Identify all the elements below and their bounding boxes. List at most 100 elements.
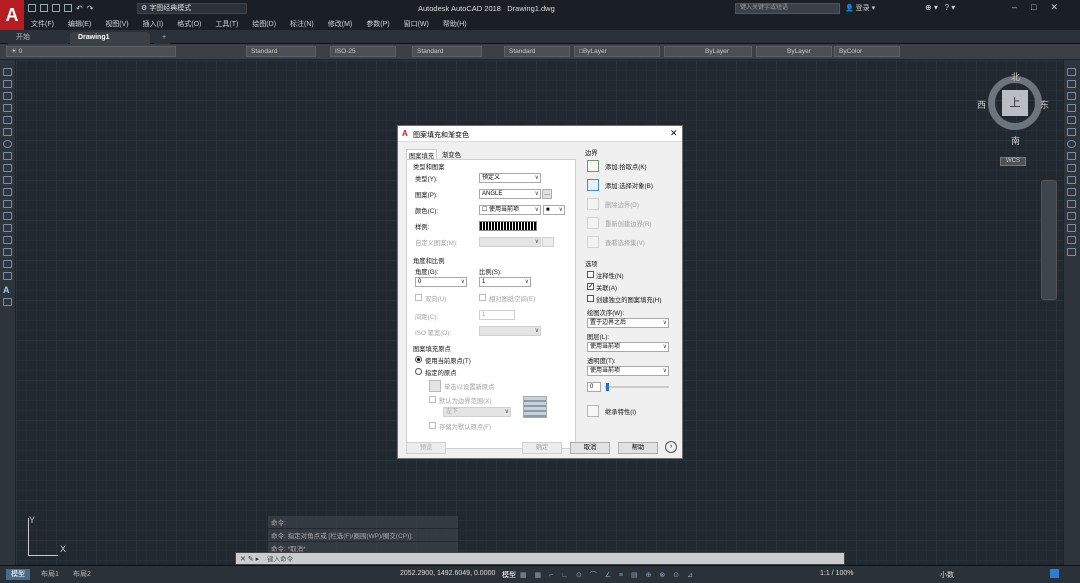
default-bounds-checkbox[interactable] — [429, 396, 436, 403]
menu-parametric[interactable]: 参数(P) — [359, 19, 396, 29]
erase-icon[interactable] — [1067, 68, 1076, 76]
transparency-value-input[interactable]: 0 — [587, 382, 601, 392]
scale-input[interactable]: 1 ∨ — [479, 277, 531, 287]
login-link[interactable]: 登录 — [856, 5, 870, 12]
background-color-select[interactable]: ■ ∨ — [543, 205, 565, 215]
linetype-select[interactable]: ByLayer — [664, 46, 752, 57]
table-icon-2[interactable] — [3, 272, 12, 280]
menu-file[interactable]: 文件(F) — [24, 19, 61, 29]
transparency-slider[interactable] — [605, 386, 669, 388]
menu-dimension[interactable]: 标注(N) — [283, 19, 321, 29]
viewcube-top-face[interactable]: 上 — [1002, 90, 1028, 116]
save-icon[interactable] — [52, 4, 60, 12]
store-default-checkbox[interactable] — [429, 422, 436, 429]
menu-modify[interactable]: 修改(M) — [321, 19, 360, 29]
line-icon[interactable] — [3, 68, 12, 76]
cancel-button[interactable]: 取消 — [570, 442, 610, 454]
bounds-position-select[interactable]: 左下 ∨ — [443, 407, 511, 417]
view-selections-button[interactable]: 查看选择集(V) — [605, 238, 645, 247]
ellipse-icon[interactable] — [3, 176, 12, 184]
set-origin-icon[interactable] — [429, 380, 441, 392]
color-select[interactable]: □ByLayer — [574, 46, 660, 57]
command-input[interactable]: ✕ ✎ ▸ 键入命令 — [235, 552, 845, 565]
transparency-select[interactable]: 使用当前项 ∨ — [587, 366, 669, 376]
tab-model[interactable]: 模型 — [6, 569, 30, 580]
spline-icon[interactable] — [3, 164, 12, 172]
menu-draw[interactable]: 绘图(D) — [245, 19, 283, 29]
viewcube-west[interactable]: 西 — [977, 98, 986, 111]
navigation-bar[interactable] — [1041, 180, 1057, 300]
tab-layout1[interactable]: 布局1 — [36, 569, 64, 580]
lineweight-select[interactable]: ByLayer — [756, 46, 832, 57]
drafting-toggles[interactable]: ▦ ▦ ⌐ ∟ ⊙ ⌒ ∠ ≡ ▤ ⊕ ⊗ ⊙ ⊿ — [520, 570, 696, 580]
point-icon[interactable] — [3, 212, 12, 220]
layer-select[interactable]: ☀ 0 — [6, 46, 176, 57]
ok-button[interactable]: 确定 — [522, 442, 562, 454]
help-icon[interactable]: ⊕ ▾ ? ▾ — [925, 3, 955, 12]
add-select-objects-icon[interactable] — [587, 179, 599, 191]
join-icon[interactable] — [1067, 212, 1076, 220]
scale-icon[interactable] — [1067, 152, 1076, 160]
menu-insert[interactable]: 插入(I) — [136, 19, 171, 29]
explode-icon[interactable] — [1067, 248, 1076, 256]
menu-edit[interactable]: 编辑(E) — [61, 19, 98, 29]
double-checkbox[interactable] — [415, 294, 422, 301]
insert-block-icon[interactable] — [3, 188, 12, 196]
move-icon[interactable] — [1067, 128, 1076, 136]
view-selections-icon[interactable] — [587, 236, 599, 248]
text-style-select[interactable]: Standard — [246, 46, 316, 57]
viewcube-north[interactable]: 北 — [1011, 70, 1020, 83]
add-pick-points-button[interactable]: 添加:拾取点(K) — [605, 162, 647, 171]
units-display[interactable]: 小数 — [940, 570, 954, 580]
table-icon[interactable] — [3, 260, 12, 268]
inherit-properties-button[interactable]: 继承特性(I) — [605, 407, 636, 416]
inherit-properties-icon[interactable] — [587, 405, 599, 417]
user-icon[interactable]: 👤 登录 ▾ — [845, 3, 875, 13]
custom-browse-button[interactable] — [542, 237, 554, 247]
viewcube-east[interactable]: 东 — [1040, 98, 1049, 111]
annotation-scale[interactable]: 1:1 / 100% — [820, 570, 853, 577]
isolate-icon[interactable] — [1050, 569, 1059, 578]
tab-layout2[interactable]: 布局2 — [68, 569, 96, 580]
pattern-select[interactable]: ANGLE ∨ — [479, 189, 541, 199]
construction-line-icon[interactable] — [3, 80, 12, 88]
more-options-icon[interactable]: › — [665, 441, 677, 453]
type-select[interactable]: 预定义 ∨ — [479, 173, 541, 183]
open-icon[interactable] — [40, 4, 48, 12]
window-controls[interactable]: –□✕ — [1012, 2, 1072, 13]
associative-checkbox[interactable]: ✓ — [587, 283, 594, 290]
menu-tools[interactable]: 工具(T) — [208, 19, 245, 29]
transparency-slider-thumb[interactable] — [606, 383, 609, 391]
pattern-swatch[interactable] — [479, 221, 537, 231]
redo-icon[interactable]: ↷ — [87, 4, 94, 14]
gradient-icon[interactable] — [3, 236, 12, 244]
viewcube-south[interactable]: 南 — [1011, 134, 1020, 147]
draw-order-select[interactable]: 置于边界之后 ∨ — [587, 318, 669, 328]
pattern-browse-button[interactable]: … — [542, 189, 552, 199]
menu-format[interactable]: 格式(O) — [170, 19, 208, 29]
specified-origin-radio[interactable] — [415, 368, 422, 375]
array-icon[interactable] — [1067, 116, 1076, 124]
coordinates-display[interactable]: 2052.2900, 1492.6049, 0.0000 — [400, 570, 495, 577]
search-input[interactable]: 键入关键字或短语 — [735, 3, 840, 14]
close-icon[interactable]: ✕ — [670, 128, 678, 139]
mtext-icon[interactable]: A — [3, 286, 12, 295]
new-tab-button[interactable]: + — [154, 32, 170, 44]
add-pick-points-icon[interactable] — [587, 160, 599, 172]
new-icon[interactable] — [28, 4, 36, 12]
rotate-icon[interactable] — [1067, 140, 1076, 148]
workspace-select[interactable]: ⚙ 字图经典模式 — [137, 3, 247, 14]
break-icon[interactable] — [1067, 200, 1076, 208]
copy-icon[interactable] — [1067, 80, 1076, 88]
polygon-icon[interactable] — [3, 104, 12, 112]
iso-pen-select[interactable]: ∨ — [479, 326, 541, 336]
custom-pattern-select[interactable]: ∨ — [479, 237, 541, 247]
plotstyle-select[interactable]: ByColor — [834, 46, 900, 57]
mleader-style-select[interactable]: Standard — [504, 46, 570, 57]
offset-icon[interactable] — [1067, 104, 1076, 112]
revcloud-icon[interactable] — [3, 152, 12, 160]
menu-window[interactable]: 窗口(W) — [397, 19, 436, 29]
relative-paper-checkbox[interactable] — [479, 294, 486, 301]
spacing-input[interactable]: 1 — [479, 310, 515, 320]
table-style-select[interactable]: Standard — [412, 46, 482, 57]
